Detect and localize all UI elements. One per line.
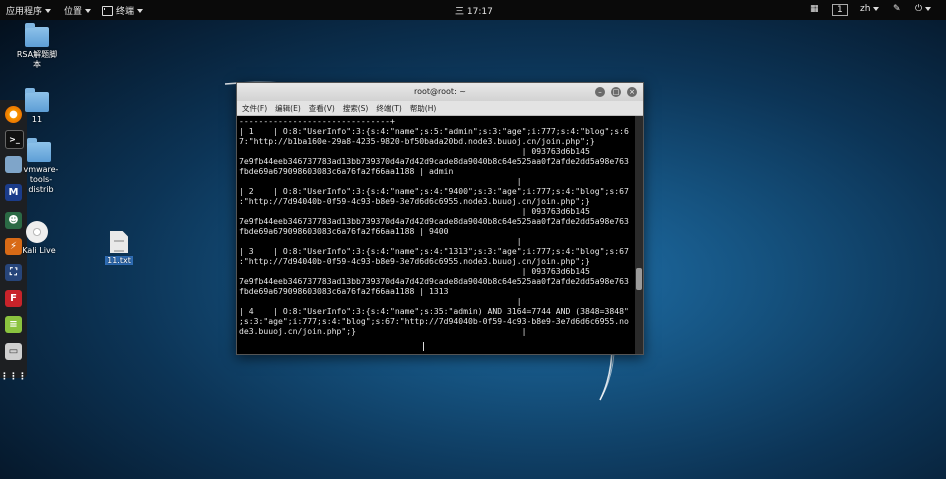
terminal-icon <box>102 5 113 16</box>
clock-label: 三 17:17 <box>455 7 493 17</box>
menu-help[interactable]: 帮助(H) <box>410 103 437 114</box>
burp-icon[interactable]: ⚡ <box>5 238 22 255</box>
cherrytree-icon[interactable]: ▭ <box>5 343 22 360</box>
top-panel: 应用程序 位置 终端 三 17:17 ▦ 1 zh ✎ ⏻ <box>0 0 946 20</box>
language-label: zh <box>860 4 871 14</box>
desktop-icon-label: RSA解题脚 本 <box>16 50 58 69</box>
window-titlebar[interactable]: root@root: ~ – □ × <box>237 83 643 101</box>
desktop-folder-vmware[interactable]: vmware- tools-distrib <box>14 138 64 195</box>
chevron-down-icon <box>45 8 52 13</box>
terminal-app-menu[interactable]: 终端 <box>102 4 144 17</box>
terminal-window[interactable]: root@root: ~ – □ × 文件(F) 编辑(E) 查看(V) 搜索(… <box>236 82 644 355</box>
folder-icon <box>25 88 49 112</box>
window-title: root@root: ~ <box>413 87 467 96</box>
chevron-down-icon <box>85 8 92 13</box>
minimize-button[interactable]: – <box>595 87 605 97</box>
clock[interactable]: 三 17:17 <box>455 4 493 17</box>
places-menu[interactable]: 位置 <box>64 4 92 17</box>
desktop-icon-label: 11 <box>31 115 43 124</box>
desktop-folder-rsa[interactable]: RSA解题脚 本 <box>14 23 60 70</box>
chevron-down-icon <box>925 7 932 11</box>
menu-terminal[interactable]: 终端(T) <box>376 103 401 114</box>
desktop-icon-label: 11.txt <box>105 256 133 265</box>
menu-edit[interactable]: 编辑(E) <box>275 103 301 114</box>
language-menu[interactable]: zh <box>860 4 880 14</box>
terminal-output[interactable]: -------------------------------+ | 1 | O… <box>237 116 635 354</box>
menu-bar: 文件(F) 编辑(E) 查看(V) 搜索(S) 终端(T) 帮助(H) <box>237 101 643 116</box>
applications-menu[interactable]: 应用程序 <box>6 4 52 17</box>
terminal-text: -------------------------------+ | 1 | O… <box>239 116 629 336</box>
power-menu[interactable]: ⏻ <box>915 4 932 14</box>
maltego-icon[interactable]: ⛶ <box>5 264 22 281</box>
desktop-kali-live[interactable]: Kali Live <box>22 221 56 256</box>
desktop-icon-label: Kali Live <box>22 246 56 255</box>
settings-pen-icon[interactable]: ✎ <box>893 4 901 14</box>
chevron-down-icon <box>137 8 144 13</box>
folder-icon <box>25 23 49 47</box>
terminal-app-label: 终端 <box>116 7 135 17</box>
menu-view[interactable]: 查看(V) <box>309 103 335 114</box>
close-button[interactable]: × <box>627 87 637 97</box>
text-file-icon <box>110 231 128 253</box>
faraday-icon[interactable]: F <box>5 290 22 307</box>
show-apps-icon[interactable]: ⋮⋮⋮ <box>0 368 27 385</box>
grid-icon[interactable]: ▦ <box>810 4 819 14</box>
desktop-folder-11[interactable]: 11 <box>20 88 54 125</box>
desktop-file-11txt[interactable]: 11.txt <box>104 231 134 266</box>
kali-user-icon[interactable]: ☻ <box>5 212 22 229</box>
folder-icon <box>27 138 51 162</box>
power-icon: ⏻ <box>915 4 923 14</box>
menu-search[interactable]: 搜索(S) <box>343 103 369 114</box>
chevron-down-icon <box>873 7 880 11</box>
workspace-indicator[interactable]: 1 <box>832 4 848 16</box>
applications-menu-label: 应用程序 <box>6 7 43 17</box>
desktop-icon-label: vmware- tools-distrib <box>23 165 59 194</box>
workspace-number: 1 <box>832 4 848 16</box>
notes-icon[interactable]: ≡ <box>5 316 22 333</box>
terminal-cursor <box>423 342 424 351</box>
places-menu-label: 位置 <box>64 7 83 17</box>
terminal-scrollbar[interactable] <box>635 116 643 354</box>
menu-file[interactable]: 文件(F) <box>242 103 267 114</box>
disc-icon <box>26 221 48 243</box>
maximize-button[interactable]: □ <box>611 87 621 97</box>
scrollbar-thumb[interactable] <box>636 268 642 290</box>
